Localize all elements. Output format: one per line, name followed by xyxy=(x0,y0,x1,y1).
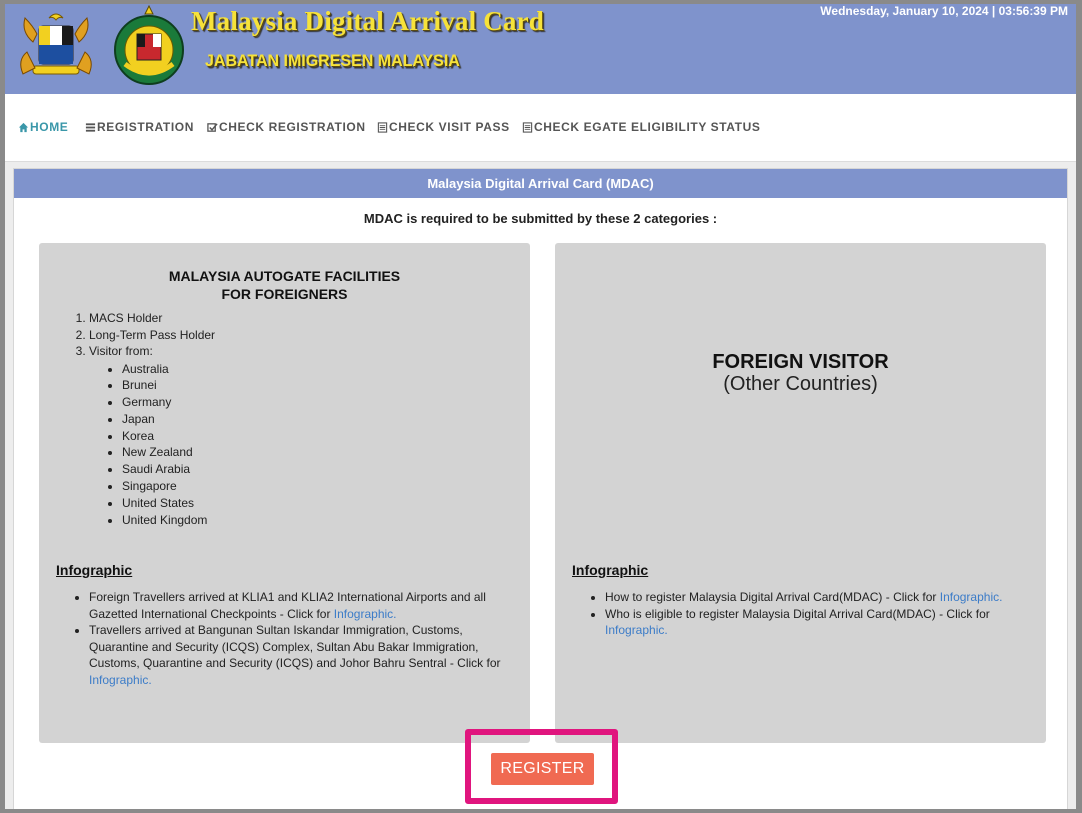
foreign-infographic-list: How to register Malaysia Digital Arrival… xyxy=(605,589,1015,639)
nav-check-egate-status[interactable]: CHECK EGATE ELIGIBILITY STATUS xyxy=(522,120,760,134)
list-item: How to register Malaysia Digital Arrival… xyxy=(605,589,1015,606)
infographic-link[interactable]: Infographic. xyxy=(89,673,152,687)
header-banner: Malaysia Digital Arrival Card JABATAN IM… xyxy=(5,4,1076,94)
infographic-link[interactable]: Infographic. xyxy=(605,623,668,637)
panel-title: Malaysia Digital Arrival Card (MDAC) xyxy=(14,169,1067,198)
nav-check-registration[interactable]: CHECK REGISTRATION xyxy=(207,120,366,134)
document-icon xyxy=(377,121,388,133)
list-item: MACS Holder xyxy=(89,310,215,327)
site-title: Malaysia Digital Arrival Card xyxy=(191,6,545,36)
malaysia-coat-of-arms-icon xyxy=(20,13,92,75)
info-text: Foreign Travellers arrived at KLIA1 and … xyxy=(89,590,486,621)
nav-check-visit-pass-label: CHECK VISIT PASS xyxy=(389,120,510,134)
info-text: How to register Malaysia Digital Arrival… xyxy=(605,590,940,604)
autogate-eligibility-list: MACS Holder Long-Term Pass Holder Visito… xyxy=(89,310,215,528)
country-item: Germany xyxy=(122,394,215,411)
country-item: Brunei xyxy=(122,377,215,394)
list-item: Travellers arrived at Bangunan Sultan Is… xyxy=(89,622,509,688)
country-item: Saudi Arabia xyxy=(122,461,215,478)
country-item: Korea xyxy=(122,428,215,445)
list-item: Who is eligible to register Malaysia Dig… xyxy=(605,606,1015,639)
country-item: United States xyxy=(122,495,215,512)
autogate-title: MALAYSIA AUTOGATE FACILITIES FOR FOREIGN… xyxy=(39,267,530,303)
country-item: Singapore xyxy=(122,478,215,495)
site-subtitle: JABATAN IMIGRESEN MALAYSIA xyxy=(205,52,460,71)
nav-registration-label: REGISTRATION xyxy=(97,120,194,134)
list-item: Visitor from: Australia Brunei Germany J… xyxy=(89,343,215,528)
register-button[interactable]: REGISTER xyxy=(491,753,594,785)
autogate-infographic-list: Foreign Travellers arrived at KLIA1 and … xyxy=(89,589,509,688)
home-icon xyxy=(18,122,29,132)
infographic-link[interactable]: Infographic. xyxy=(940,590,1003,604)
country-item: United Kingdom xyxy=(122,512,215,529)
country-list: Australia Brunei Germany Japan Korea New… xyxy=(122,361,215,529)
infographic-link[interactable]: Infographic. xyxy=(334,607,397,621)
nav-check-visit-pass[interactable]: CHECK VISIT PASS xyxy=(377,120,510,134)
country-item: New Zealand xyxy=(122,444,215,461)
autogate-category-card: MALAYSIA AUTOGATE FACILITIES FOR FOREIGN… xyxy=(39,243,530,743)
autogate-infographic-heading: Infographic xyxy=(56,562,133,578)
list-item: Long-Term Pass Holder xyxy=(89,327,215,344)
foreign-infographic-heading: Infographic xyxy=(572,562,649,578)
info-text: Who is eligible to register Malaysia Dig… xyxy=(605,606,990,621)
nav-check-egate-status-label: CHECK EGATE ELIGIBILITY STATUS xyxy=(534,120,761,134)
country-item: Japan xyxy=(122,411,215,428)
nav-check-registration-label: CHECK REGISTRATION xyxy=(219,120,366,134)
nav-home[interactable]: HOME xyxy=(18,120,68,134)
foreign-visitor-subtitle: (Other Countries) xyxy=(723,373,878,395)
document-icon xyxy=(522,121,533,133)
mdac-panel: Malaysia Digital Arrival Card (MDAC) MDA… xyxy=(13,168,1068,809)
main-nav: HOME REGISTRATION CHECK REGISTRATION CHE… xyxy=(5,94,1076,162)
visitor-from-label: Visitor from: xyxy=(89,344,153,358)
info-text: Travellers arrived at Bangunan Sultan Is… xyxy=(89,623,501,670)
autogate-title-line1: MALAYSIA AUTOGATE FACILITIES xyxy=(168,268,401,284)
immigration-emblem-icon xyxy=(114,4,184,85)
current-datetime: Wednesday, January 10, 2024 | 03:56:39 P… xyxy=(820,4,1068,18)
autogate-title-line2: FOR FOREIGNERS xyxy=(221,286,348,302)
requirement-text: MDAC is required to be submitted by thes… xyxy=(363,211,718,226)
check-square-icon xyxy=(207,122,218,132)
foreign-visitor-card: FOREIGN VISITOR (Other Countries) Infogr… xyxy=(555,243,1046,743)
country-item: Australia xyxy=(122,361,215,378)
list-icon xyxy=(85,122,96,132)
list-item: Foreign Travellers arrived at KLIA1 and … xyxy=(89,589,509,622)
nav-registration[interactable]: REGISTRATION xyxy=(85,120,194,134)
nav-home-label: HOME xyxy=(30,120,69,134)
browser-frame: Malaysia Digital Arrival Card JABATAN IM… xyxy=(5,4,1076,809)
foreign-visitor-title: FOREIGN VISITOR xyxy=(712,351,889,373)
